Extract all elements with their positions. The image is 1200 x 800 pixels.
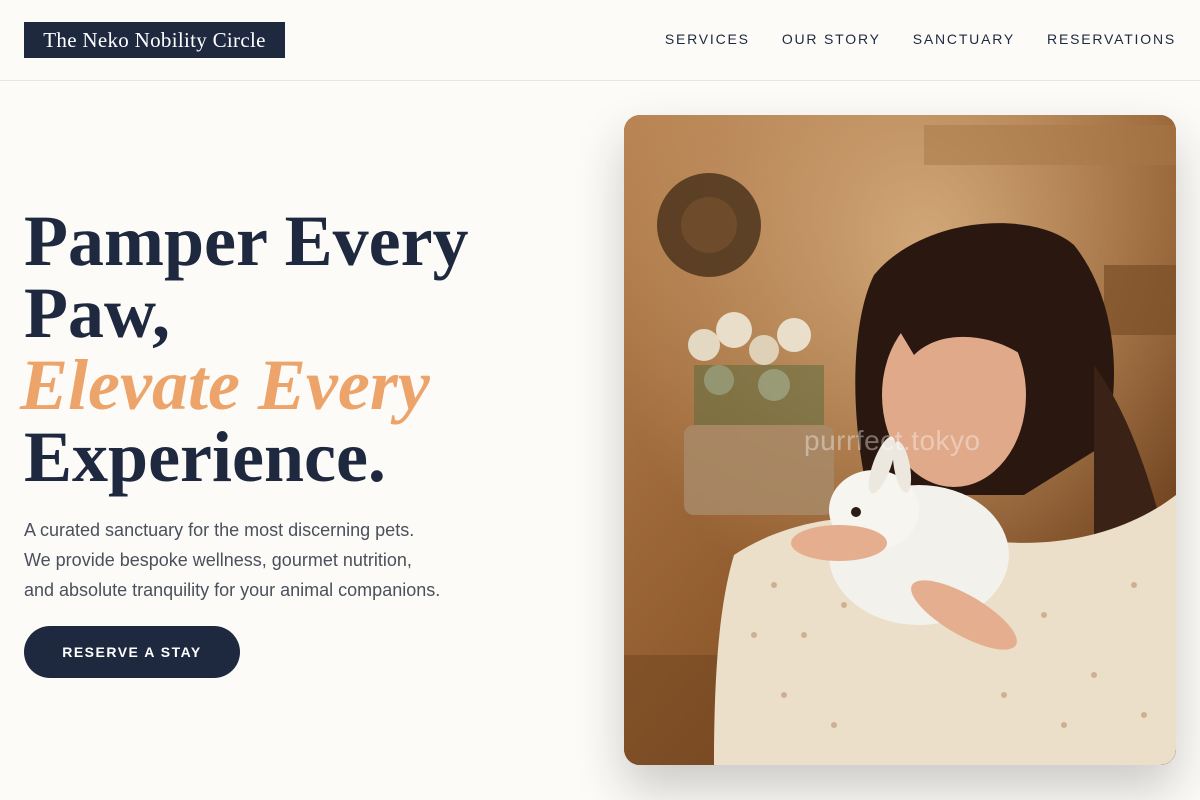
hero-image: purrfect.tokyo bbox=[624, 115, 1176, 765]
headline-accent-line: Elevate Every bbox=[20, 345, 430, 425]
nav-link-our-story[interactable]: OUR STORY bbox=[782, 29, 881, 49]
headline-line-4: Experience. bbox=[24, 417, 386, 497]
nav-link-sanctuary[interactable]: SANCTUARY bbox=[913, 29, 1015, 49]
nav-link-services[interactable]: SERVICES bbox=[665, 29, 750, 49]
main-nav: SERVICES OUR STORY SANCTUARY RESERVATION… bbox=[665, 29, 1176, 49]
headline-line-1: Pamper Every bbox=[24, 201, 469, 281]
hero-headline: Pamper Every Paw, Elevate Every Experien… bbox=[20, 201, 584, 497]
description-line: We provide bespoke wellness, gourmet nut… bbox=[24, 550, 412, 570]
description-line: A curated sanctuary for the most discern… bbox=[24, 520, 415, 540]
description-line: and absolute tranquility for your animal… bbox=[24, 580, 441, 600]
site-header: The Neko Nobility Circle SERVICES OUR ST… bbox=[0, 0, 1200, 81]
image-watermark: purrfect.tokyo bbox=[804, 425, 981, 456]
headline-line-2: Paw, bbox=[24, 273, 171, 353]
reserve-stay-button[interactable]: RESERVE A STAY bbox=[24, 626, 240, 678]
hero-description: A curated sanctuary for the most discern… bbox=[24, 515, 494, 605]
site-logo[interactable]: The Neko Nobility Circle bbox=[24, 22, 285, 58]
nav-link-reservations[interactable]: RESERVATIONS bbox=[1047, 29, 1176, 49]
